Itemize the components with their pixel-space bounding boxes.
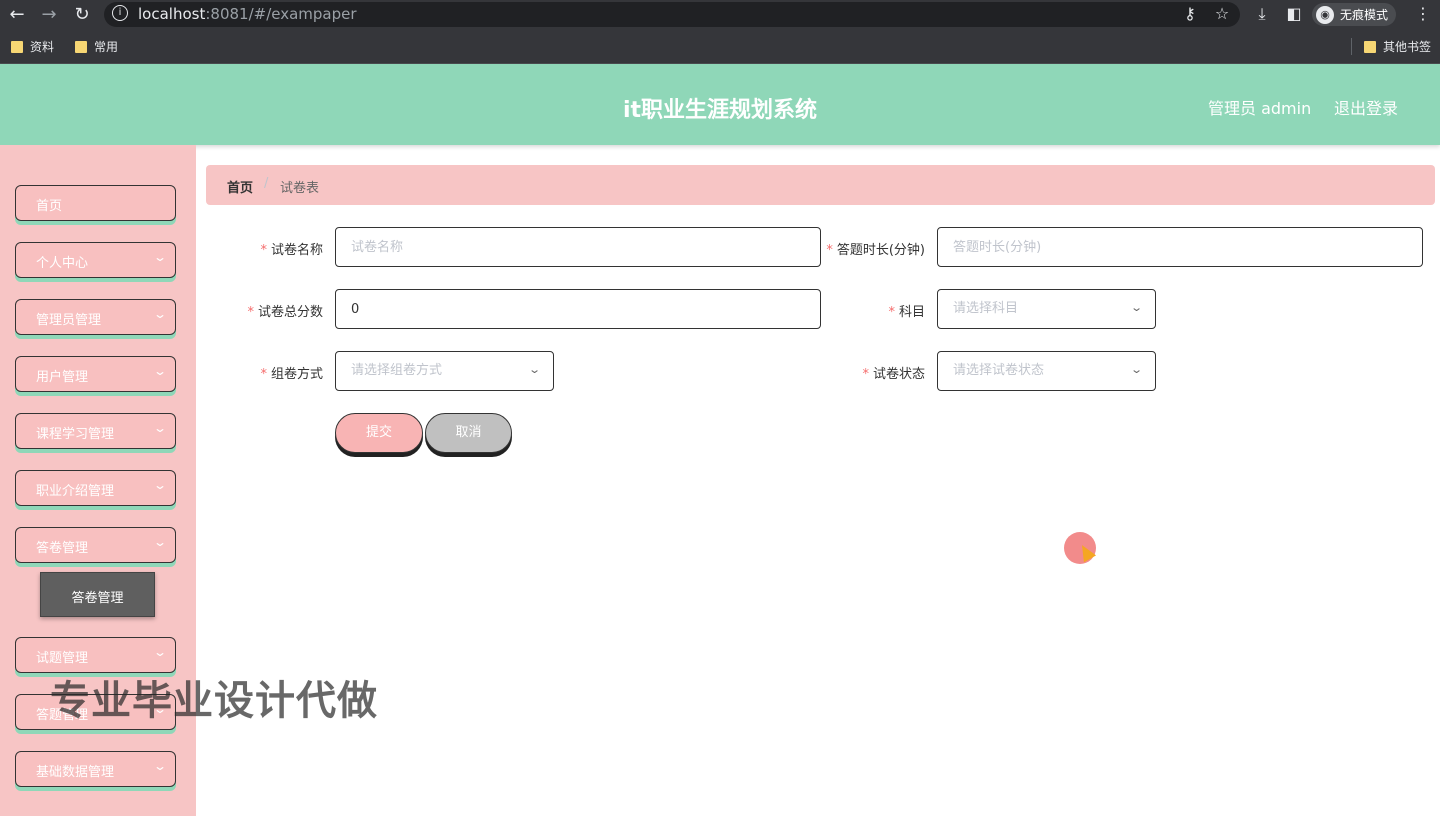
browser-toolbar: ← → ↻ i localhost:8081/#/exampaper ⚷ ☆ ⤓… <box>0 0 1440 29</box>
chevron-down-icon: ⌄ <box>152 535 168 549</box>
total-score-label: * 试卷总分数 <box>247 305 323 320</box>
logout-link[interactable]: 退出登录 <box>1334 95 1398 119</box>
sidebar-item-label: 答卷管理 <box>36 541 89 556</box>
chevron-down-icon: ⌄ <box>152 645 168 659</box>
incognito-icon: ◉ <box>1316 5 1334 24</box>
duration-input[interactable] <box>937 227 1423 267</box>
paper-name-input[interactable] <box>335 227 821 267</box>
chevron-down-icon: ⌄ <box>152 250 168 264</box>
chevron-down-icon: ⌄ <box>152 759 168 773</box>
compose-mode-placeholder: 请选择组卷方式 <box>351 363 443 378</box>
sidebar-item-label: 职业介绍管理 <box>36 484 115 499</box>
sidebar-item-label: 个人中心 <box>36 256 89 271</box>
duration-label: * 答题时长(分钟) <box>826 243 925 258</box>
compose-mode-label: * 组卷方式 <box>260 367 323 382</box>
status-select-placeholder: 请选择试卷状态 <box>953 363 1045 378</box>
bookmarks-divider <box>1351 38 1352 55</box>
chevron-down-icon: ⌄ <box>528 363 542 376</box>
menu-dots-icon[interactable]: ⋮ <box>1412 3 1434 25</box>
incognito-label: 无痕模式 <box>1340 8 1389 22</box>
url-path: :8081/#/exampaper <box>205 5 357 23</box>
sidebar-item[interactable]: 答卷管理 ⌄ <box>15 527 176 563</box>
sidebar-item[interactable]: 用户管理 ⌄ <box>15 356 176 392</box>
subject-select-placeholder: 请选择科目 <box>953 301 1019 316</box>
status-select[interactable]: 请选择试卷状态 <box>937 351 1156 391</box>
breadcrumb-separator: / <box>264 176 269 191</box>
sidebar-item-label: 试题管理 <box>36 651 89 666</box>
submenu-item-answer-sheet[interactable]: 答卷管理 <box>40 572 155 617</box>
breadcrumb-home[interactable]: 首页 <box>227 177 253 196</box>
status-label: * 试卷状态 <box>862 367 925 382</box>
url-text[interactable]: localhost:8081/#/exampaper <box>138 5 357 23</box>
cancel-button[interactable]: 取消 <box>425 413 512 453</box>
reload-icon[interactable]: ↻ <box>70 3 94 27</box>
chevron-down-icon: ⌄ <box>152 364 168 378</box>
bookmark-folder-1[interactable]: 资料 <box>11 38 54 55</box>
url-host: localhost <box>138 5 206 23</box>
total-score-input[interactable] <box>335 289 821 329</box>
key-icon[interactable]: ⚷ <box>1179 3 1201 25</box>
sidebar-item-label: 首页 <box>36 199 63 214</box>
sidebar-item[interactable]: 管理员管理 ⌄ <box>15 299 176 335</box>
sidebar-item[interactable]: 课程学习管理 ⌄ <box>15 413 176 449</box>
chevron-down-icon: ⌄ <box>1130 301 1144 314</box>
folder-icon <box>11 40 23 53</box>
star-icon[interactable]: ☆ <box>1211 3 1233 25</box>
submit-button[interactable]: 提交 <box>335 413 423 453</box>
sidebar-item[interactable]: 个人中心 ⌄ <box>15 242 176 278</box>
forward-icon[interactable]: → <box>37 3 61 27</box>
bookmark-label: 其他书签 <box>1383 40 1432 54</box>
sidebar-item-label: 基础数据管理 <box>36 765 115 780</box>
incognito-badge[interactable]: ◉ 无痕模式 <box>1312 3 1397 26</box>
bookmarks-bar: 资料 常用 其他书签 <box>0 29 1440 64</box>
bookmark-label: 常用 <box>94 40 119 54</box>
paper-name-label: * 试卷名称 <box>260 243 323 258</box>
chevron-down-icon: ⌄ <box>152 421 168 435</box>
download-icon[interactable]: ⤓ <box>1251 3 1273 25</box>
breadcrumb-current: 试卷表 <box>280 181 320 196</box>
folder-icon <box>1364 40 1376 53</box>
sidebar-item-label: 课程学习管理 <box>36 427 115 442</box>
sidebar-item-label: 管理员管理 <box>36 313 102 328</box>
folder-icon <box>75 40 87 53</box>
sidebar-item[interactable]: 首页 <box>15 185 176 221</box>
app-header: it职业生涯规划系统 管理员 admin 退出登录 <box>0 64 1440 145</box>
sidebar-item-label: 用户管理 <box>36 370 89 385</box>
current-user: 管理员 admin <box>1208 99 1312 118</box>
site-info-icon[interactable]: i <box>112 5 128 21</box>
chevron-down-icon: ⌄ <box>152 307 168 321</box>
watermark-text: 专业毕业设计代做 <box>50 678 378 724</box>
other-bookmarks[interactable]: 其他书签 <box>1364 38 1431 55</box>
bookmark-folder-2[interactable]: 常用 <box>75 38 118 55</box>
breadcrumb: 首页 / 试卷表 <box>206 165 1435 205</box>
compose-mode-select[interactable]: 请选择组卷方式 <box>335 351 554 391</box>
submenu-label: 答卷管理 <box>71 591 124 606</box>
chevron-down-icon: ⌄ <box>1130 363 1144 376</box>
chevron-down-icon: ⌄ <box>152 478 168 492</box>
sidepanel-icon[interactable]: ◧ <box>1283 3 1305 25</box>
back-icon[interactable]: ← <box>5 3 29 27</box>
subject-label: * 科目 <box>888 305 925 320</box>
bookmark-label: 资料 <box>30 40 55 54</box>
sidebar-item[interactable]: 基础数据管理 ⌄ <box>15 751 176 787</box>
sidebar-item[interactable]: 职业介绍管理 ⌄ <box>15 470 176 506</box>
subject-select[interactable]: 请选择科目 <box>937 289 1156 329</box>
